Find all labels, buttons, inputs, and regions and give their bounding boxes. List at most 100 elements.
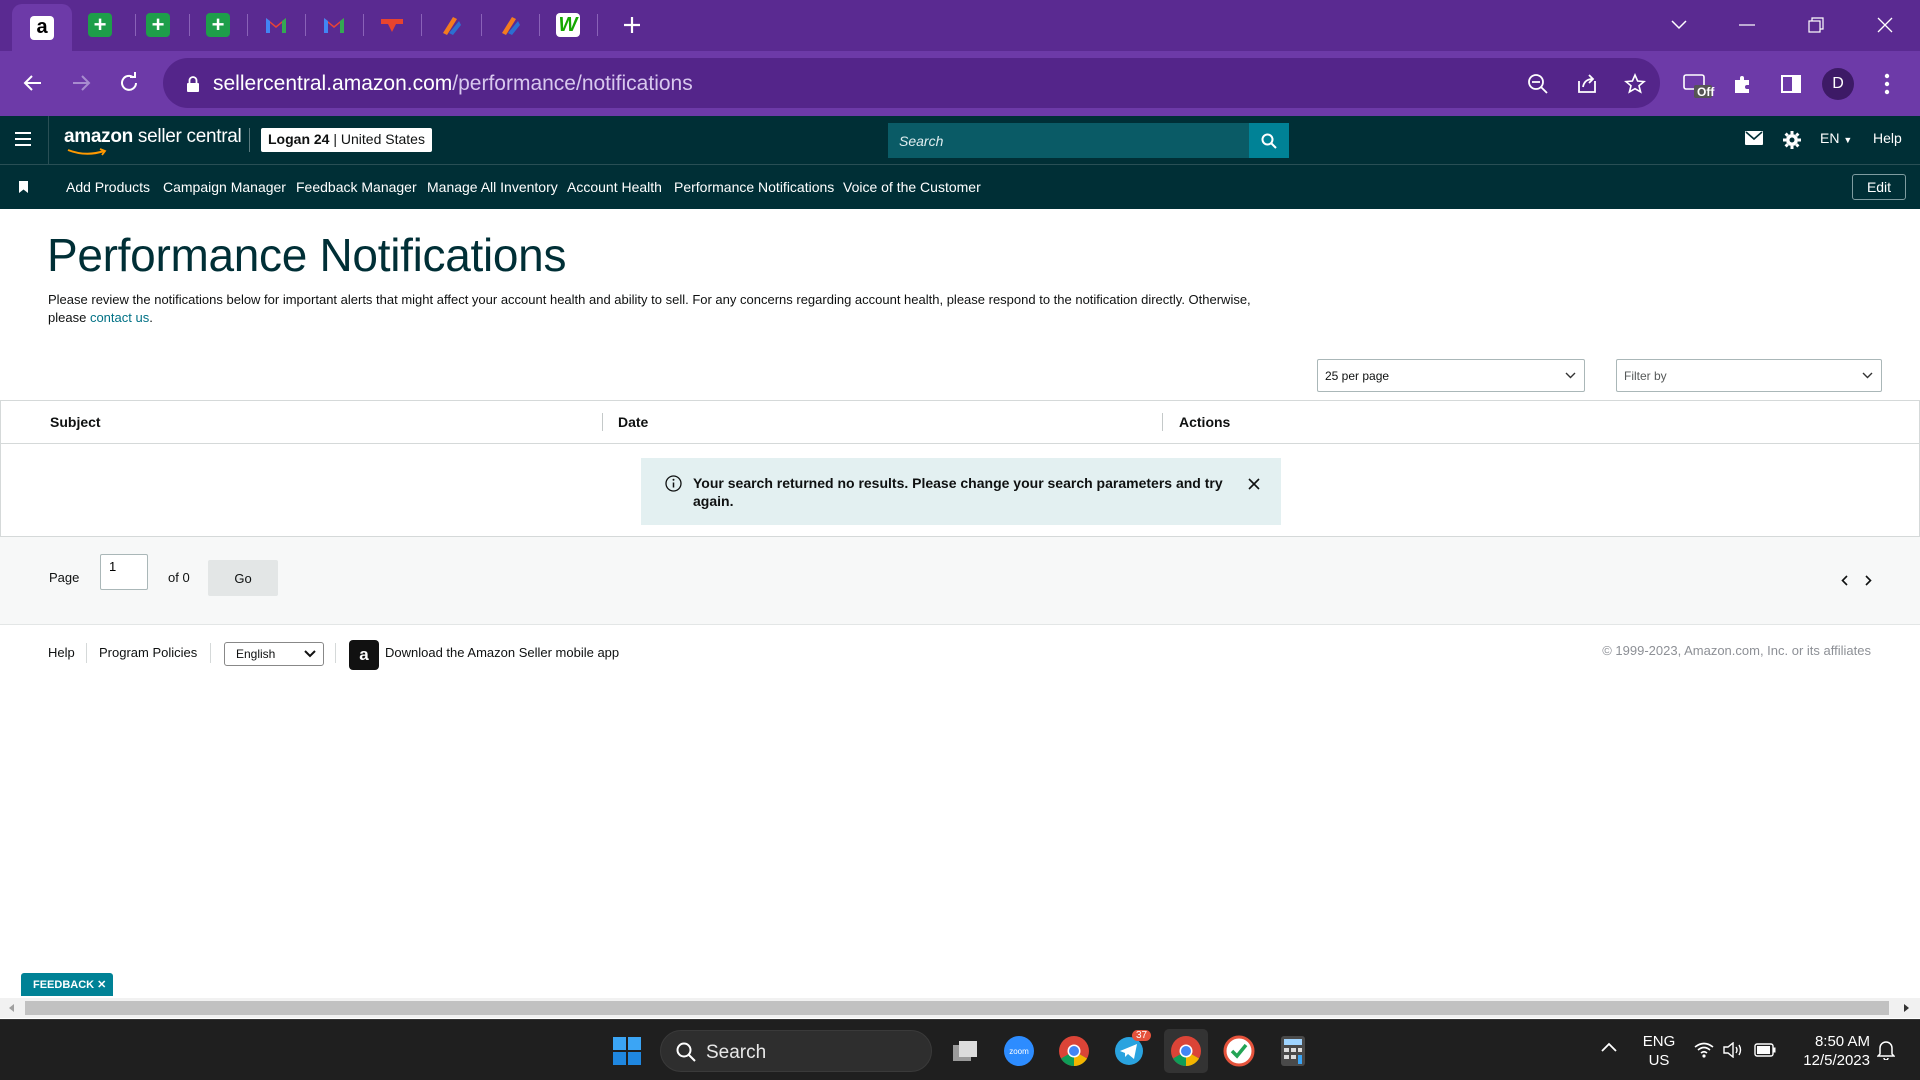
nav-account-health[interactable]: Account Health: [567, 179, 662, 195]
download-app-link[interactable]: Download the Amazon Seller mobile app: [385, 645, 619, 660]
tab-amazon[interactable]: a: [12, 4, 72, 51]
tab-google-sheets-3[interactable]: +: [190, 6, 246, 44]
tick-app[interactable]: [1220, 1032, 1258, 1070]
battery-icon[interactable]: [1754, 1043, 1776, 1057]
column-header-date[interactable]: Date: [618, 414, 648, 430]
bookmark-nav-bar: Add Products Campaign Manager Feedback M…: [0, 164, 1920, 209]
go-button[interactable]: Go: [208, 560, 278, 596]
column-header-subject[interactable]: Subject: [50, 414, 101, 430]
clock[interactable]: 8:50 AM 12/5/2023: [1790, 1032, 1870, 1070]
url-text: sellercentral.amazon.com/performance/not…: [213, 72, 693, 95]
edit-bookmarks-button[interactable]: Edit: [1852, 174, 1906, 200]
tab-upwork[interactable]: W: [540, 6, 596, 44]
extension-toggle-button[interactable]: Off: [1680, 67, 1714, 101]
extensions-button[interactable]: [1726, 67, 1760, 101]
contact-us-link[interactable]: contact us: [90, 310, 149, 325]
tab-google-sheets-2[interactable]: +: [130, 6, 186, 44]
chrome-app-active[interactable]: [1164, 1029, 1208, 1073]
seller-search-box: [888, 123, 1250, 158]
back-button[interactable]: [17, 67, 49, 99]
nav-feedback-manager[interactable]: Feedback Manager: [296, 179, 417, 195]
profile-avatar[interactable]: D: [1822, 68, 1854, 100]
footer-help-link[interactable]: Help: [48, 645, 75, 660]
extension-badge: Off: [1697, 85, 1715, 99]
next-page-button[interactable]: [1860, 572, 1876, 588]
language-selector[interactable]: EN ▼: [1820, 130, 1852, 146]
notification-bell-button[interactable]: [1877, 1040, 1895, 1060]
tab-search-button[interactable]: [1664, 10, 1694, 40]
star-icon: [1624, 73, 1646, 94]
per-page-select[interactable]: 25 per page: [1317, 359, 1585, 392]
nav-add-products[interactable]: Add Products: [66, 179, 150, 195]
calculator-app[interactable]: [1274, 1032, 1312, 1070]
google-sheets-icon: +: [206, 13, 230, 37]
forward-button[interactable]: [65, 67, 97, 99]
lock-icon[interactable]: [179, 70, 207, 98]
tab-google-sheets-1[interactable]: +: [72, 6, 128, 44]
tab-generic-site[interactable]: [364, 6, 420, 44]
wifi-icon[interactable]: [1694, 1042, 1714, 1058]
seller-central-logo[interactable]: amazon seller central: [64, 126, 242, 148]
account-switcher[interactable]: Logan 24 | United States: [261, 128, 432, 152]
volume-icon[interactable]: [1723, 1042, 1745, 1058]
share-button[interactable]: [1573, 70, 1601, 98]
settings-button[interactable]: [1782, 130, 1802, 150]
scrollbar-thumb[interactable]: [25, 1001, 1889, 1015]
telegram-app[interactable]: 37: [1110, 1030, 1152, 1070]
tab-gmail-2[interactable]: [306, 6, 362, 44]
close-window-button[interactable]: [1870, 10, 1900, 40]
gmail-icon: [324, 18, 344, 33]
browser-menu-button[interactable]: [1870, 67, 1904, 101]
filter-by-select[interactable]: Filter by: [1616, 359, 1882, 392]
browser-tab-bar: a + + + W: [0, 0, 1920, 51]
scroll-right-icon[interactable]: [1900, 1002, 1912, 1014]
seller-search-button[interactable]: [1249, 123, 1289, 158]
dismiss-alert-button[interactable]: [1244, 474, 1264, 494]
reload-button[interactable]: [113, 67, 145, 99]
bookmark-star-button[interactable]: [1621, 70, 1649, 98]
zoom-button[interactable]: [1524, 70, 1552, 98]
nav-voice-of-the-customer[interactable]: Voice of the Customer: [843, 179, 981, 195]
search-icon: [1261, 133, 1277, 149]
new-tab-button[interactable]: [604, 6, 660, 44]
tab-orange-2[interactable]: [482, 6, 538, 44]
footer-language-select[interactable]: English: [224, 642, 324, 666]
plus-icon: [624, 17, 640, 33]
restore-button[interactable]: [1801, 10, 1831, 40]
bell-icon: [1877, 1041, 1895, 1060]
table-header: Subject Date Actions: [1, 401, 1919, 444]
taskbar-search[interactable]: Search: [660, 1030, 932, 1072]
nav-campaign-manager[interactable]: Campaign Manager: [163, 179, 286, 195]
tab-gmail-1[interactable]: [248, 6, 304, 44]
input-language-indicator[interactable]: ENG US: [1642, 1032, 1676, 1070]
hamburger-menu-button[interactable]: [14, 132, 32, 146]
feedback-tab[interactable]: FEEDBACK ✕: [21, 973, 113, 996]
tab-orange-1[interactable]: [423, 6, 479, 44]
amazon-icon: a: [30, 15, 54, 40]
info-icon: [665, 475, 682, 492]
address-bar[interactable]: sellercentral.amazon.com/performance/not…: [163, 58, 1660, 108]
minimize-button[interactable]: [1732, 10, 1762, 40]
nav-performance-notifications[interactable]: Performance Notifications: [674, 179, 834, 195]
previous-page-button[interactable]: [1836, 572, 1852, 588]
amazon-seller-app-icon: a: [349, 640, 379, 670]
help-link[interactable]: Help: [1873, 130, 1902, 146]
seller-search-input[interactable]: [888, 123, 1250, 158]
show-hidden-icons-button[interactable]: [1601, 1042, 1617, 1052]
horizontal-scrollbar[interactable]: [0, 998, 1920, 1018]
side-panel-icon: [1781, 75, 1801, 93]
chrome-app-1[interactable]: [1055, 1032, 1093, 1070]
task-view-button[interactable]: [946, 1032, 984, 1070]
zoom-app[interactable]: zoom: [1000, 1032, 1038, 1070]
side-panel-button[interactable]: [1774, 67, 1808, 101]
column-header-actions: Actions: [1179, 414, 1231, 430]
program-policies-link[interactable]: Program Policies: [99, 645, 197, 660]
page-number-input[interactable]: [100, 554, 148, 590]
start-button[interactable]: [608, 1032, 646, 1070]
messages-button[interactable]: [1745, 131, 1763, 145]
zoom-icon: zoom: [1004, 1036, 1034, 1066]
chrome-icon: [1059, 1036, 1089, 1067]
nav-manage-all-inventory[interactable]: Manage All Inventory: [427, 179, 558, 195]
scroll-left-icon[interactable]: [6, 1002, 18, 1014]
bookmark-icon[interactable]: [19, 181, 28, 193]
